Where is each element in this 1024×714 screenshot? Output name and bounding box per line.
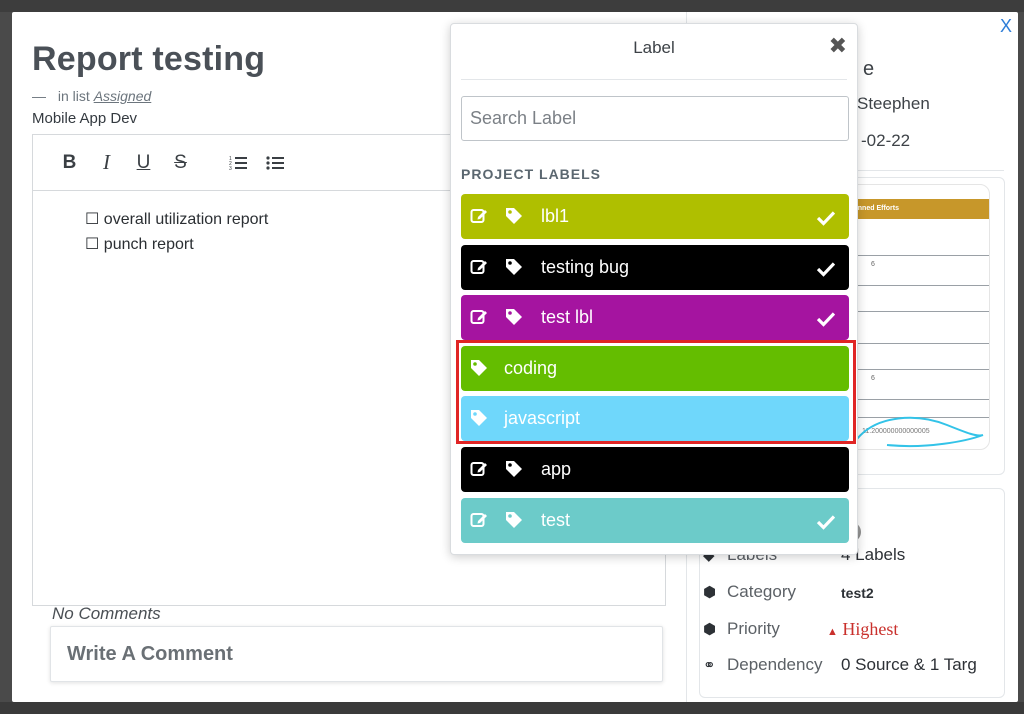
label-name: test lbl bbox=[541, 307, 594, 327]
link-icon: ⚭ bbox=[703, 657, 716, 674]
label-dropdown: Label ✖ PROJECT LABELS lbl1 testing bug te… bbox=[450, 23, 858, 555]
detail-label: Category bbox=[727, 582, 796, 601]
label-name: lbl1 bbox=[541, 206, 570, 226]
ordered-list-icon: 1 2 3 bbox=[229, 156, 247, 171]
edit-icon[interactable] bbox=[470, 207, 488, 225]
check-icon bbox=[816, 514, 836, 530]
edit-icon[interactable] bbox=[470, 511, 488, 529]
detail-row-priority[interactable]: ⬢ Priority ▲ Highest bbox=[703, 619, 898, 639]
divider bbox=[461, 79, 847, 80]
bullet-list-button[interactable] bbox=[256, 148, 293, 178]
assignee-name: Steephen bbox=[857, 94, 930, 113]
tag-icon bbox=[505, 258, 523, 276]
bullet-list-icon bbox=[265, 155, 284, 170]
list-link[interactable]: Assigned bbox=[94, 88, 152, 104]
ordered-list-button[interactable]: 1 2 3 bbox=[219, 148, 256, 178]
list-prefix: in list bbox=[57, 88, 90, 104]
label-item-test[interactable]: test bbox=[461, 498, 849, 543]
bold-button[interactable]: B bbox=[51, 148, 88, 178]
detail-row-dependency[interactable]: ⚭ Dependency 0 Source & 1 Targ bbox=[703, 655, 977, 675]
detail-value: test2 bbox=[841, 585, 874, 601]
due-date: -02-22 bbox=[861, 131, 911, 150]
scribble-annotation bbox=[856, 416, 984, 448]
label-name: app bbox=[541, 459, 572, 479]
tag-icon bbox=[470, 359, 488, 377]
label-item-test-lbl[interactable]: test lbl bbox=[461, 295, 849, 340]
label-item-coding[interactable]: coding bbox=[461, 346, 849, 391]
italic-button[interactable]: I bbox=[88, 148, 125, 178]
label-item-testing-bug[interactable]: testing bug bbox=[461, 245, 849, 290]
tag-icon bbox=[470, 409, 488, 427]
svg-text:3: 3 bbox=[229, 166, 232, 171]
modal-close-button[interactable]: X bbox=[1000, 16, 1012, 37]
detail-label: Dependency bbox=[727, 655, 823, 674]
label-name: javascript bbox=[504, 408, 581, 428]
label-item-javascript[interactable]: javascript bbox=[461, 396, 849, 441]
check-icon bbox=[816, 210, 836, 226]
list-info: — in list Assigned bbox=[32, 88, 151, 104]
detail-label: Priority bbox=[727, 619, 780, 638]
label-item-lbl1[interactable]: lbl1 bbox=[461, 194, 849, 239]
underline-button[interactable]: U bbox=[125, 148, 162, 178]
strikethrough-button[interactable]: S bbox=[162, 148, 199, 178]
caret-up-icon: ▲ bbox=[827, 625, 838, 638]
check-icon bbox=[816, 261, 836, 277]
search-label-input[interactable] bbox=[461, 96, 849, 141]
label-name: test bbox=[541, 510, 571, 530]
label-name: coding bbox=[504, 358, 558, 378]
detail-row-category[interactable]: ⬢ Category test2 bbox=[703, 582, 874, 602]
dash-separator: — bbox=[32, 88, 46, 104]
label-name: testing bug bbox=[541, 257, 630, 277]
label-item-app[interactable]: app bbox=[461, 447, 849, 492]
backdrop-bottom-strip bbox=[0, 702, 1024, 714]
cube-icon: ⬢ bbox=[703, 584, 717, 601]
tag-icon bbox=[505, 308, 523, 326]
backdrop-top-strip bbox=[0, 0, 1024, 12]
write-comment-input[interactable]: Write A Comment bbox=[50, 626, 663, 682]
check-icon bbox=[816, 311, 836, 327]
edit-icon[interactable] bbox=[470, 460, 488, 478]
section-heading: PROJECT LABELS bbox=[461, 166, 602, 182]
cube-icon: ⬢ bbox=[703, 621, 717, 638]
edit-icon[interactable] bbox=[470, 258, 488, 276]
task-meta-fragment: e bbox=[863, 58, 875, 80]
project-name: Mobile App Dev bbox=[32, 110, 138, 127]
task-title: Report testing bbox=[32, 40, 266, 78]
tag-icon bbox=[505, 207, 523, 225]
edit-icon[interactable] bbox=[470, 308, 488, 326]
close-icon[interactable]: ✖ bbox=[829, 33, 847, 59]
detail-value: 0 Source & 1 Targ bbox=[841, 655, 977, 674]
priority-text: Highest bbox=[842, 618, 899, 639]
no-comments-text: No Comments bbox=[52, 604, 161, 623]
tag-icon bbox=[505, 511, 523, 529]
tag-icon bbox=[505, 460, 523, 478]
label-dropdown-title: Label bbox=[633, 38, 675, 57]
priority-value: ▲ Highest bbox=[827, 619, 898, 640]
